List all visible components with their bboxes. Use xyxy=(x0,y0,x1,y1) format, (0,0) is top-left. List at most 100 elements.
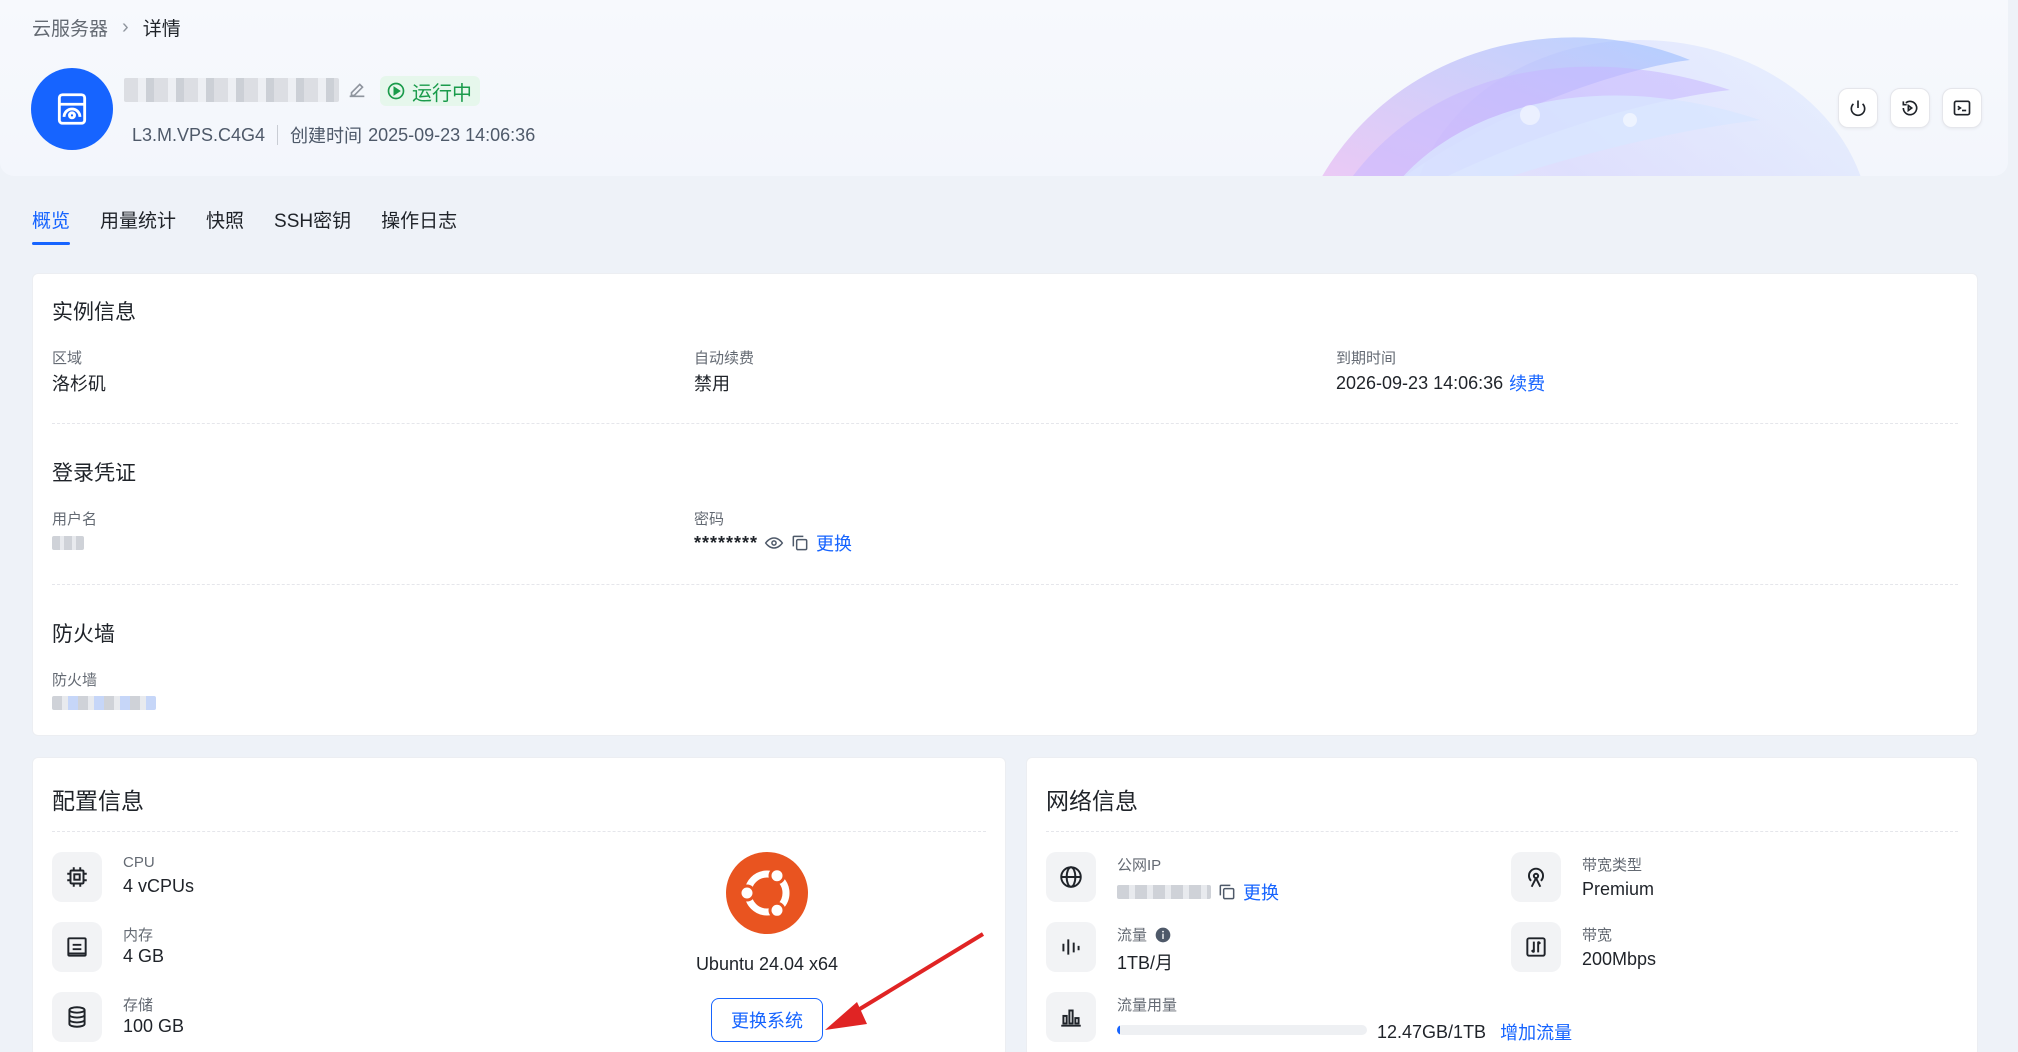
annotation-arrow xyxy=(825,932,985,1030)
breadcrumb-parent[interactable]: 云服务器 xyxy=(32,14,108,41)
bandwidth-text: 200Mbps xyxy=(1582,949,1657,969)
divider xyxy=(52,831,986,832)
change-password-link[interactable]: 更换 xyxy=(816,530,852,556)
region-label: 区域 xyxy=(52,350,83,367)
usage-value: 12.47GB/1TB 增加流量 xyxy=(1377,1019,1572,1045)
renew-link[interactable]: 续费 xyxy=(1509,370,1545,396)
breadcrumb: 云服务器 › 详情 xyxy=(32,14,181,41)
plan-name: L3.M.VPS.C4G4 xyxy=(132,124,266,145)
chart-bar-icon xyxy=(1061,1009,1081,1027)
instance-subinfo: L3.M.VPS.C4G4 创建时间 2025-09-23 14:06:36 xyxy=(132,122,535,148)
ubuntu-logo-icon xyxy=(726,852,808,934)
username-label: 用户名 xyxy=(52,511,98,528)
cpu-icon xyxy=(67,867,87,887)
info-icon[interactable] xyxy=(1155,927,1171,943)
bw-type-text: Premium xyxy=(1582,879,1655,899)
expire-value: 2026-09-23 14:06:36 续费 xyxy=(1336,370,1545,396)
ip-masked xyxy=(1117,885,1211,899)
autorenew-label: 自动续费 xyxy=(694,350,755,367)
created-label: 创建时间 xyxy=(290,126,363,146)
autorenew-value: 禁用 xyxy=(694,370,730,396)
divider xyxy=(52,423,1958,424)
storage-value: 100 GB xyxy=(123,1016,184,1037)
power-button[interactable] xyxy=(1838,88,1878,128)
username-masked xyxy=(52,536,84,550)
storage-icon-box xyxy=(52,992,102,1042)
expire-label: 到期时间 xyxy=(1336,350,1397,367)
usage-progress-fill xyxy=(1117,1025,1121,1035)
copy-icon[interactable] xyxy=(790,533,810,553)
memory-icon xyxy=(67,937,87,957)
memory-text: 4 GB xyxy=(123,946,165,966)
ip-value: 更换 xyxy=(1117,879,1279,905)
restart-icon xyxy=(1902,100,1918,116)
bandwidth-icon xyxy=(1526,937,1546,957)
divider xyxy=(1046,831,1958,832)
status-text: 运行中 xyxy=(412,82,472,105)
divider xyxy=(277,125,279,145)
server-avatar xyxy=(31,68,113,150)
usage-label: 流量用量 xyxy=(1117,997,1178,1014)
usage-progress-bar xyxy=(1117,1025,1367,1035)
tab-operation-log[interactable]: 操作日志 xyxy=(381,206,457,245)
restart-button[interactable] xyxy=(1890,88,1930,128)
bandwidth-value: 200Mbps xyxy=(1582,949,1656,970)
breadcrumb-current: 详情 xyxy=(142,19,181,40)
usage-icon-box xyxy=(1046,992,1096,1042)
bw-type-label: 带宽类型 xyxy=(1582,857,1643,874)
status-badge: 运行中 xyxy=(380,76,480,106)
firewall-value xyxy=(52,696,156,710)
tab-snapshot[interactable]: 快照 xyxy=(206,206,244,245)
detail-tabs: 概览 用量统计 快照 SSH密钥 操作日志 xyxy=(32,206,457,245)
traffic-text: 1TB/月 xyxy=(1117,953,1174,973)
created-time: 2025-09-23 14:06:36 xyxy=(368,124,536,145)
firewall-masked[interactable] xyxy=(52,696,156,710)
add-traffic-link[interactable]: 增加流量 xyxy=(1500,1019,1572,1045)
copy-icon[interactable] xyxy=(1217,882,1237,902)
credentials-title: 登录凭证 xyxy=(52,462,136,485)
tab-overview[interactable]: 概览 xyxy=(32,206,71,245)
console-button[interactable] xyxy=(1942,88,1982,128)
traffic-label-text: 流量 xyxy=(1117,927,1148,944)
traffic-label: 流量 xyxy=(1117,924,1171,945)
cpu-label: CPU xyxy=(123,854,155,871)
database-icon xyxy=(68,1006,86,1028)
instance-info-card xyxy=(32,273,1978,736)
ip-icon-box xyxy=(1046,852,1096,902)
bw-type-value: Premium xyxy=(1582,879,1654,900)
power-icon xyxy=(1850,100,1866,117)
storage-label: 存储 xyxy=(123,997,154,1014)
bars-icon xyxy=(1062,939,1080,955)
memory-icon-box xyxy=(52,922,102,972)
bandwidth-icon-box xyxy=(1511,922,1561,972)
region-text: 洛杉矶 xyxy=(52,374,106,394)
instance-header: 运行中 L3.M.VPS.C4G4 创建时间 2025-09-23 14:06:… xyxy=(0,0,2008,176)
network-title: 网络信息 xyxy=(1046,788,1138,814)
divider xyxy=(52,584,1958,585)
globe-icon xyxy=(1060,866,1082,888)
config-title: 配置信息 xyxy=(52,788,144,814)
storage-text: 100 GB xyxy=(123,1016,185,1036)
bw-type-icon-box xyxy=(1511,852,1561,902)
memory-value: 4 GB xyxy=(123,946,164,967)
play-circle-icon xyxy=(387,82,405,100)
usage-text: 12.47GB/1TB xyxy=(1377,1021,1487,1042)
change-os-button[interactable]: 更换系统 xyxy=(711,998,823,1042)
tab-ssh-keys[interactable]: SSH密钥 xyxy=(274,206,351,245)
eye-icon[interactable] xyxy=(764,533,784,553)
traffic-value: 1TB/月 xyxy=(1117,949,1173,975)
cpu-text: 4 vCPUs xyxy=(123,876,195,896)
tab-usage[interactable]: 用量统计 xyxy=(100,206,176,245)
expire-time: 2026-09-23 14:06:36 xyxy=(1336,372,1504,393)
terminal-icon xyxy=(1953,100,1971,116)
autorenew-text: 禁用 xyxy=(694,374,730,394)
edit-name-icon[interactable] xyxy=(346,78,368,100)
change-ip-link[interactable]: 更换 xyxy=(1243,879,1279,905)
password-value: ******** 更换 xyxy=(694,530,852,556)
password-label: 密码 xyxy=(694,511,725,528)
memory-label: 内存 xyxy=(123,927,154,944)
traffic-icon-box xyxy=(1046,922,1096,972)
bandwidth-label: 带宽 xyxy=(1582,927,1613,944)
chevron-right-icon: › xyxy=(122,16,129,38)
instance-toolbar xyxy=(1838,88,1982,128)
